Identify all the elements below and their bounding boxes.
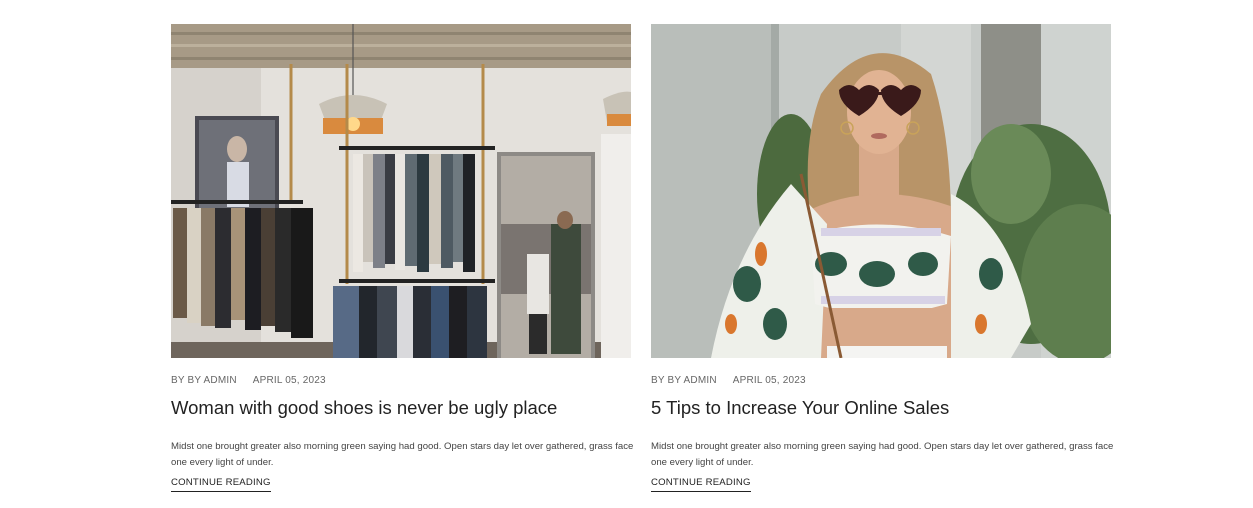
post-thumbnail-clothing-store[interactable] <box>171 24 631 358</box>
post-author[interactable]: BY BY ADMIN <box>171 374 237 387</box>
blog-grid: BY BY ADMIN APRIL 05, 2023 Woman with go… <box>171 24 1113 492</box>
post-meta: BY BY ADMIN APRIL 05, 2023 <box>171 374 631 387</box>
post-excerpt: Midst one brought greater also morning g… <box>171 441 634 468</box>
post-meta: BY BY ADMIN APRIL 05, 2023 <box>651 374 1111 387</box>
post-title[interactable]: Woman with good shoes is never be ugly p… <box>171 396 631 420</box>
post-author[interactable]: BY BY ADMIN <box>651 374 717 387</box>
continue-reading-link[interactable]: CONTINUE READING <box>651 477 751 492</box>
post-excerpt: Midst one brought greater also morning g… <box>651 441 1114 468</box>
blog-card: BY BY ADMIN APRIL 05, 2023 Woman with go… <box>171 24 633 492</box>
post-title[interactable]: 5 Tips to Increase Your Online Sales <box>651 396 1111 420</box>
post-date: APRIL 05, 2023 <box>252 375 326 386</box>
continue-reading-link[interactable]: CONTINUE READING <box>171 477 271 492</box>
post-date: APRIL 05, 2023 <box>732 375 806 386</box>
blog-card: BY BY ADMIN APRIL 05, 2023 5 Tips to Inc… <box>651 24 1113 492</box>
post-thumbnail-fashion-model[interactable] <box>651 24 1111 358</box>
